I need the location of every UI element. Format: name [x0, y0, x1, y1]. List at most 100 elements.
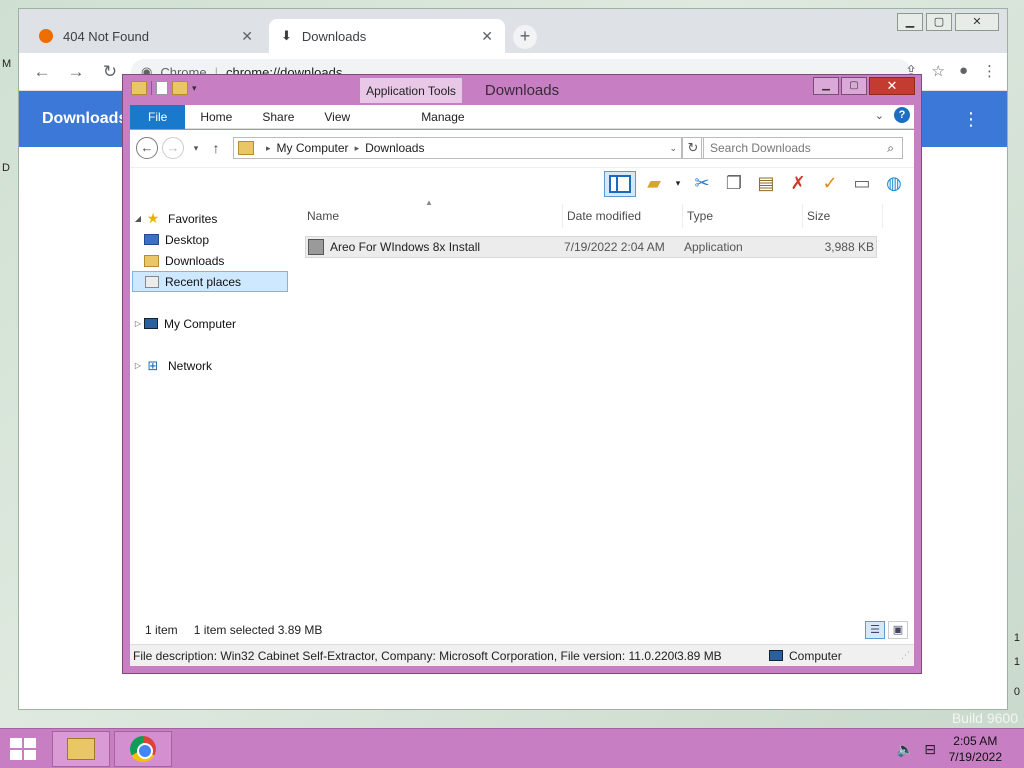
file-date: 7/19/2022 2:04 AM	[564, 240, 665, 254]
desktop-icon-fragment[interactable]: M	[2, 58, 11, 70]
build-watermark: Build 9600	[951, 710, 1018, 726]
back-icon[interactable]: ←	[136, 137, 158, 159]
start-logo-pane	[24, 738, 36, 748]
network-tray-icon[interactable]: ⊟	[924, 741, 936, 758]
command-bar: ▰ ▾ ✂ ❐ ▤ ✗ ✓ ▭ ◍	[130, 167, 914, 199]
file-size: 3,988 KB	[824, 240, 874, 254]
tab-file[interactable]: File	[130, 104, 186, 129]
computer-icon	[769, 650, 783, 661]
tab-view[interactable]: View	[309, 105, 365, 129]
breadcrumb-chevron-icon[interactable]: ▸	[355, 143, 360, 154]
info-size: 3.89 MB	[677, 648, 722, 663]
breadcrumb-downloads[interactable]: Downloads	[365, 141, 424, 155]
file-explorer-icon	[67, 738, 95, 760]
nav-recent-places[interactable]: Recent places	[132, 271, 288, 292]
reload-icon[interactable]: ↻	[97, 62, 123, 82]
menu-kebab-icon[interactable]: ⋮	[982, 62, 997, 80]
help-icon[interactable]: ?	[894, 107, 910, 123]
desktop-icon-fragment[interactable]: D	[2, 162, 10, 174]
chevron-down-icon[interactable]: ⌄	[875, 109, 884, 122]
paste-icon[interactable]: ▤	[752, 171, 780, 197]
recent-locations-icon[interactable]: ▾	[188, 143, 204, 154]
details-view-icon[interactable]: ☰	[865, 621, 885, 639]
start-logo-pane	[24, 750, 36, 760]
taskbar-chrome[interactable]	[114, 731, 172, 767]
tab-home[interactable]: Home	[185, 105, 247, 129]
close-tab-icon[interactable]: ✕	[241, 28, 253, 45]
desktop-text-fragment: 1	[1013, 656, 1020, 668]
downloads-folder-icon	[144, 254, 159, 267]
breadcrumb-chevron-icon[interactable]: ▸	[266, 143, 271, 154]
expand-triangle-icon[interactable]: ▷	[132, 361, 144, 370]
tab-share[interactable]: Share	[247, 105, 309, 129]
maximize-button[interactable]: ▢	[926, 13, 952, 31]
start-button[interactable]	[8, 737, 38, 761]
desktop-icon	[144, 234, 159, 245]
close-window-button[interactable]: ✕	[955, 13, 999, 31]
favicon-icon	[39, 29, 53, 43]
file-list: ▲ Name Date modified Type Size Areo For …	[305, 198, 884, 626]
volume-muted-icon[interactable]: 🔈	[897, 741, 914, 758]
network-icon: ⊞	[147, 357, 159, 373]
address-bar[interactable]: ▸ My Computer ▸ Downloads ⌄	[233, 137, 682, 159]
maximize-button[interactable]: ▢	[841, 77, 867, 95]
more-options-icon[interactable]: ⋮	[962, 109, 980, 130]
nav-my-computer[interactable]: ▷ My Computer	[132, 313, 288, 334]
chevron-down-icon[interactable]: ⌄	[669, 143, 677, 154]
chrome-tab-strip: 404 Not Found ✕ ⬇ Downloads ✕ + ▁ ▢ ✕	[19, 9, 1007, 53]
bookmark-star-icon[interactable]: ☆	[931, 62, 944, 80]
file-row[interactable]: Areo For WIndows 8x Install 7/19/2022 2:…	[305, 236, 877, 258]
back-icon[interactable]: ←	[29, 62, 55, 82]
nav-label: Network	[168, 358, 213, 373]
close-window-button[interactable]: ✕	[869, 77, 915, 95]
properties-check-icon[interactable]: ✓	[816, 171, 844, 197]
system-clock[interactable]: 2:05 AM 7/19/2022	[949, 733, 1002, 765]
forward-icon[interactable]: →	[63, 62, 89, 82]
resize-grip-icon[interactable]: ⋰	[901, 650, 910, 661]
item-count: 1 item	[145, 623, 178, 637]
taskbar-file-explorer[interactable]	[52, 731, 110, 767]
column-header-type[interactable]: Type	[685, 204, 803, 228]
info-location: Computer	[769, 649, 842, 663]
close-tab-icon[interactable]: ✕	[481, 28, 493, 45]
copy-icon[interactable]: ❐	[720, 171, 748, 197]
rename-icon[interactable]: ▭	[848, 171, 876, 197]
forward-icon[interactable]: →	[162, 137, 184, 159]
collapse-triangle-icon[interactable]: ◢	[132, 214, 144, 223]
nav-favorites[interactable]: ◢ ★ Favorites	[132, 208, 288, 229]
file-name-cell: Areo For WIndows 8x Install	[306, 239, 564, 255]
nav-label: Favorites	[168, 211, 218, 226]
column-header-size[interactable]: Size	[805, 204, 883, 228]
chrome-tab-downloads[interactable]: ⬇ Downloads ✕	[269, 19, 505, 53]
profile-icon[interactable]: ●	[959, 62, 968, 80]
cut-icon[interactable]: ✂	[688, 171, 716, 197]
large-icons-view-icon[interactable]: ▣	[888, 621, 908, 639]
star-icon: ★	[146, 210, 160, 226]
start-logo-pane	[10, 738, 22, 748]
expand-triangle-icon[interactable]: ▷	[132, 319, 144, 328]
up-arrow-icon[interactable]: ↑	[206, 140, 226, 156]
preview-pane-button[interactable]	[604, 170, 636, 197]
search-icon[interactable]: ⌕	[887, 141, 894, 156]
globe-icon[interactable]: ◍	[880, 171, 908, 197]
nav-network[interactable]: ▷ ⊞ Network	[132, 355, 288, 376]
explorer-title-bar[interactable]: ▾ Application Tools Downloads ▁ ▢ ✕	[123, 75, 921, 103]
tab-label: Downloads	[301, 28, 367, 44]
new-tab-button[interactable]: +	[513, 25, 537, 49]
column-header-name[interactable]: Name	[305, 204, 563, 228]
minimize-button[interactable]: ▁	[897, 13, 923, 31]
minimize-button[interactable]: ▁	[813, 77, 839, 95]
nav-desktop[interactable]: Desktop	[132, 229, 288, 250]
open-folder-button[interactable]: ▰	[640, 171, 668, 197]
chrome-tab-404[interactable]: 404 Not Found ✕	[27, 19, 265, 53]
nav-downloads[interactable]: Downloads	[132, 250, 288, 271]
navigation-pane: ◢ ★ Favorites Desktop Downloads Recent p…	[130, 208, 290, 642]
tab-manage[interactable]: Manage	[395, 105, 490, 129]
nav-label: Downloads	[165, 253, 225, 268]
start-logo-pane	[10, 750, 22, 760]
dropdown-icon[interactable]: ▾	[672, 171, 684, 197]
breadcrumb-my-computer[interactable]: My Computer	[277, 141, 349, 155]
search-input[interactable]: Search Downloads ⌕	[701, 137, 903, 159]
delete-icon[interactable]: ✗	[784, 171, 812, 197]
column-header-date[interactable]: Date modified	[565, 204, 683, 228]
